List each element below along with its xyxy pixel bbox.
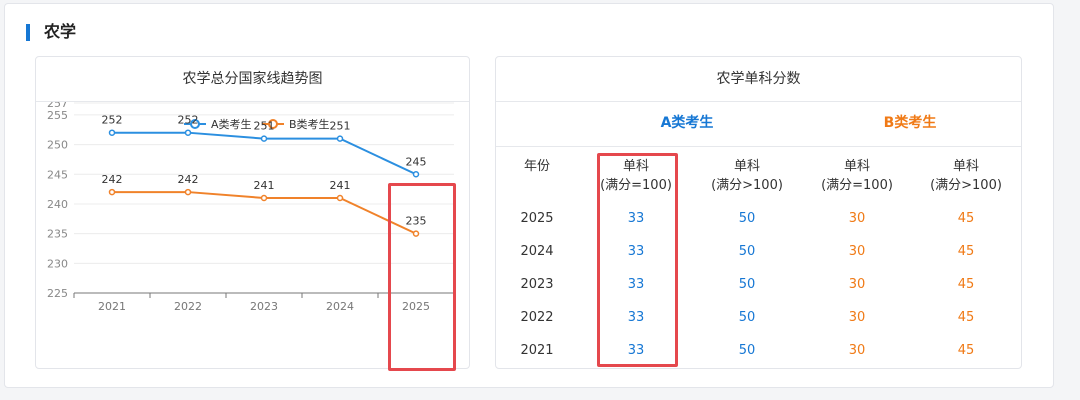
score-cell: 30: [848, 244, 866, 259]
y-tick-label: 250: [47, 139, 68, 152]
data-label: 241: [254, 179, 275, 192]
y-tick-label: 230: [47, 257, 68, 270]
row-year: 2023: [520, 277, 554, 292]
y-tick-label: 225: [47, 287, 68, 300]
row-year: 2024: [520, 244, 554, 259]
score-cell: 50: [738, 277, 756, 292]
header-a-over100: 单科 (满分>100): [695, 157, 799, 195]
x-tick-label: 2021: [98, 300, 126, 313]
chart-highlight-box: [388, 183, 456, 371]
score-cell: 30: [848, 343, 866, 358]
data-point: [412, 171, 420, 178]
data-label: 252: [102, 114, 123, 127]
y-tick-label: 257: [47, 102, 68, 110]
data-point: [184, 188, 192, 196]
data-label: 251: [254, 120, 275, 133]
data-label: 245: [406, 155, 427, 168]
legend-label: A类考生: [211, 117, 252, 131]
y-tick-label: 245: [47, 168, 68, 181]
row-year: 2025: [520, 211, 554, 226]
y-tick-label: 235: [47, 228, 68, 241]
score-cell: 45: [957, 244, 975, 259]
data-label: 242: [178, 173, 199, 186]
section-accent-bar: [26, 24, 30, 41]
section-title: 农学: [44, 22, 77, 41]
header-b-over100: 单科 (满分>100): [911, 157, 1021, 195]
score-cell: 30: [848, 310, 866, 325]
group-b-label: B类考生: [883, 115, 937, 131]
table-title: 农学单科分数: [496, 57, 1021, 102]
table-highlight-box: [597, 153, 678, 367]
data-point: [336, 194, 344, 202]
score-cell: 50: [738, 244, 756, 259]
score-cell: 50: [738, 343, 756, 358]
score-cell: 45: [957, 277, 975, 292]
data-label: 252: [178, 114, 199, 127]
data-point: [108, 188, 116, 196]
group-a-label: A类考生: [660, 115, 714, 131]
legend-label: B类考生: [289, 117, 330, 131]
data-label: 242: [102, 173, 123, 186]
header-line2: (满分=100): [821, 178, 893, 193]
chart-title: 农学总分国家线趋势图: [36, 57, 469, 102]
header-line1: 单科: [843, 159, 870, 174]
score-cell: 30: [848, 277, 866, 292]
row-year: 2022: [520, 310, 554, 325]
header-line2: (满分>100): [711, 178, 783, 193]
y-tick-label: 255: [47, 109, 68, 122]
table-card: 农学单科分数 A类考生 B类考生 年份 单科 (满分=100) 单科 (满分>1…: [495, 56, 1022, 369]
y-tick-label: 240: [47, 198, 68, 211]
row-year: 2021: [520, 343, 554, 358]
score-cell: 45: [957, 211, 975, 226]
score-cell: 30: [848, 211, 866, 226]
category-row: A类考生 B类考生: [496, 101, 1021, 147]
header-line1: 单科: [733, 159, 760, 174]
x-tick-label: 2022: [174, 300, 202, 313]
score-cell: 45: [957, 343, 975, 358]
data-point: [260, 135, 268, 142]
data-point: [336, 135, 344, 142]
data-label: 241: [330, 179, 351, 192]
score-cell: 50: [738, 310, 756, 325]
header-line2: (满分>100): [930, 178, 1002, 193]
data-label: 251: [330, 120, 351, 133]
x-tick-label: 2024: [326, 300, 354, 313]
x-tick-label: 2023: [250, 300, 278, 313]
data-point: [260, 194, 268, 202]
header-b-100: 单科 (满分=100): [801, 157, 913, 195]
header-line1: 单科: [952, 159, 979, 174]
data-point: [184, 129, 192, 136]
score-cell: 50: [738, 211, 756, 226]
year-header: 年份: [523, 159, 550, 174]
data-point: [108, 129, 116, 136]
score-cell: 45: [957, 310, 975, 325]
